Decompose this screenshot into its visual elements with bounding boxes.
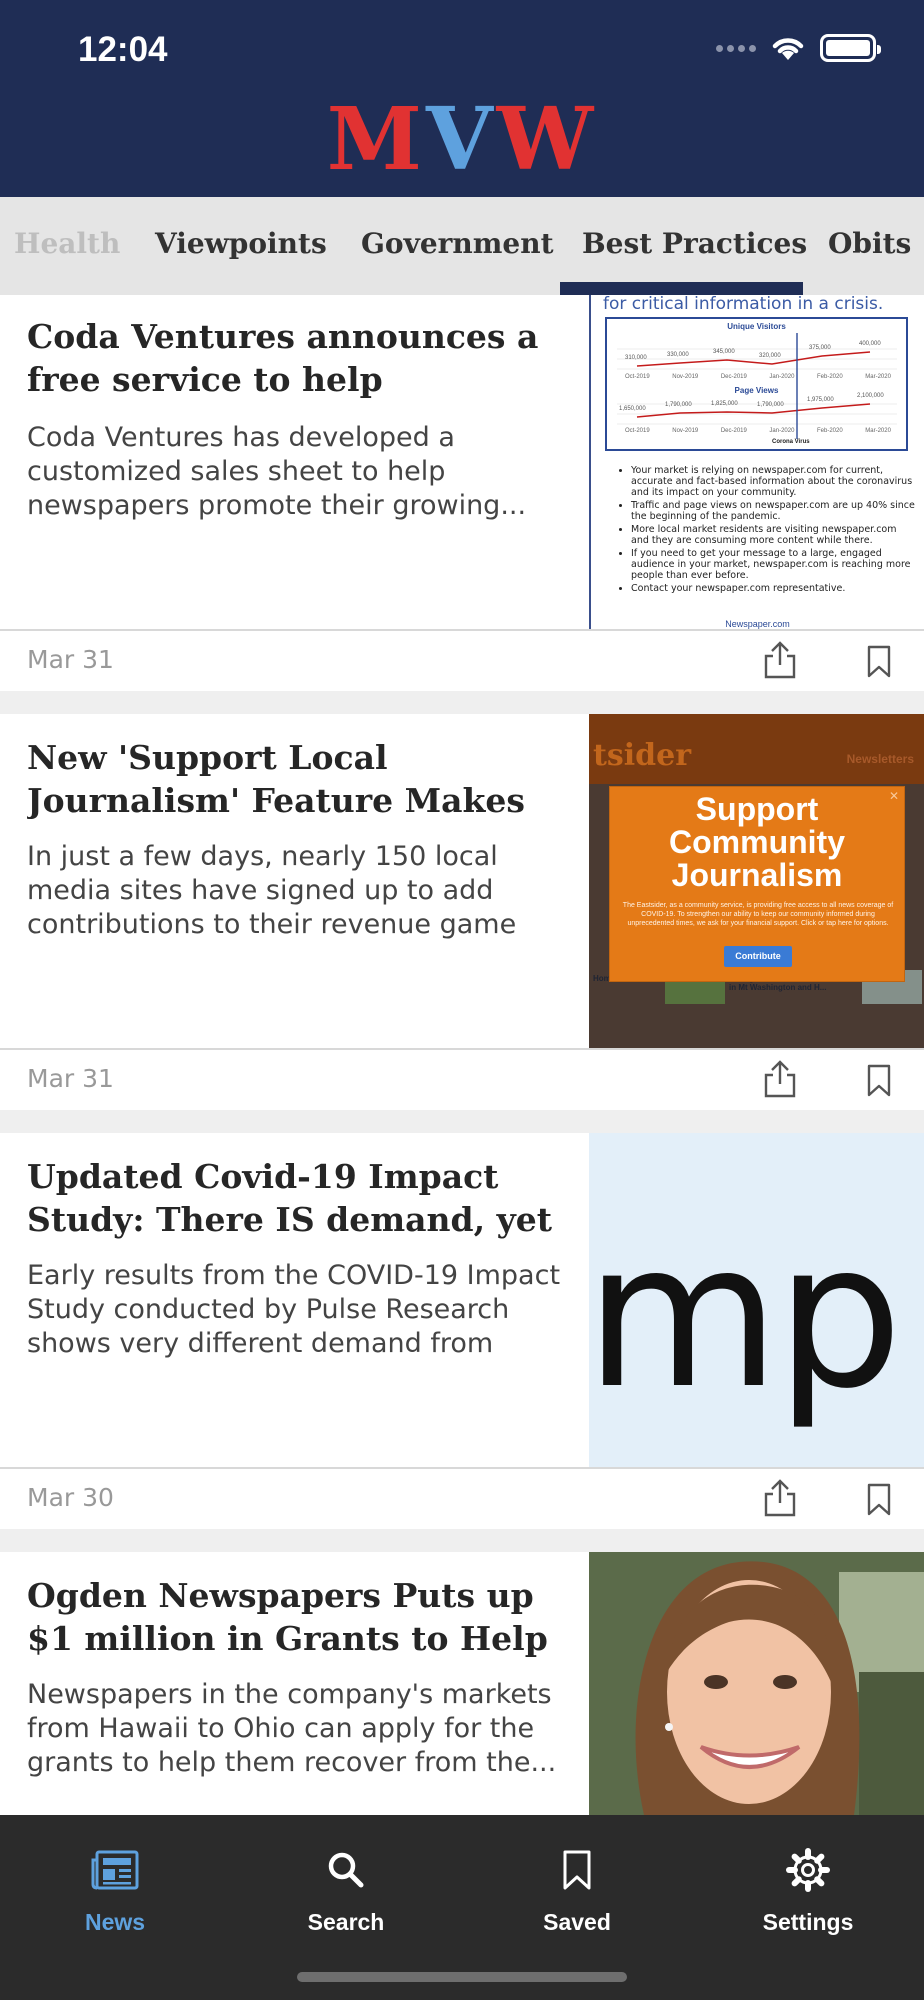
article-card[interactable]: New 'Support Local Journalism' Feature M…	[0, 714, 924, 1110]
bookmark-icon[interactable]	[866, 1483, 892, 1517]
app-header: 12:04 MVW	[0, 0, 924, 197]
article-date: Mar 30	[27, 1483, 114, 1512]
person-photo	[589, 1552, 924, 1815]
home-indicator	[297, 1972, 627, 1982]
article-card[interactable]: Ogden Newspapers Puts up $1 million in G…	[0, 1552, 924, 1815]
article-thumbnail[interactable]: for critical information in a crisis. Un…	[589, 295, 924, 629]
bookmark-icon[interactable]	[866, 1064, 892, 1098]
thumbnail-site-header: tsider Newsletters	[589, 714, 924, 784]
article-title[interactable]: Updated Covid-19 Impact Study: There IS …	[27, 1155, 577, 1243]
share-icon[interactable]	[763, 641, 797, 679]
category-tabs: Health Viewpoints Government Best Practi…	[0, 197, 924, 295]
tab-viewpoints[interactable]: Viewpoints	[155, 197, 327, 295]
chart-months-top: Oct-2019 Nov-2019 Dec-2019 Jan-2020 Feb-2020…	[625, 374, 891, 380]
article-text[interactable]: Coda Ventures announces a free service t…	[0, 295, 589, 629]
article-card[interactable]: Updated Covid-19 Impact Study: There IS …	[0, 1133, 924, 1529]
article-summary: Coda Ventures has developed a customized…	[27, 422, 527, 521]
thumbnail-caption: for critical information in a crisis.	[603, 295, 884, 314]
tab-health[interactable]: Health	[14, 197, 120, 295]
wifi-icon	[772, 38, 804, 60]
chart-marker-label: Corona Virus	[772, 439, 810, 445]
thumbnail-bullets: Your market is relying on newspaper.com …	[631, 465, 916, 594]
share-icon[interactable]	[763, 1479, 797, 1517]
article-summary: In just a few days, nearly 150 local med…	[27, 841, 517, 940]
status-icons	[716, 34, 881, 62]
article-thumbnail[interactable]: mp	[589, 1133, 924, 1467]
status-time: 12:04	[78, 30, 168, 69]
thumbnail-footer: Newspaper.com	[725, 619, 790, 629]
article-thumbnail[interactable]: tsider Newsletters Homes in Atwater All …	[589, 714, 924, 1048]
article-thumbnail[interactable]	[589, 1552, 924, 1815]
tab-obits[interactable]: Obits	[828, 197, 911, 295]
tab-saved[interactable]: Saved	[507, 1843, 647, 1936]
signal-icon	[716, 44, 756, 52]
gear-icon	[786, 1848, 830, 1892]
article-title[interactable]: Coda Ventures announces a free service t…	[27, 315, 577, 403]
article-title[interactable]: New 'Support Local Journalism' Feature M…	[27, 736, 577, 824]
tab-search[interactable]: Search	[276, 1843, 416, 1936]
app-screen: 12:04 MVW Health Viewpoints Government B…	[0, 0, 924, 2000]
article-footer: Mar 30	[0, 1467, 924, 1529]
article-text[interactable]: Updated Covid-19 Impact Study: There IS …	[0, 1133, 589, 1467]
bookmark-icon[interactable]	[866, 645, 892, 679]
bookmark-icon	[563, 1850, 591, 1890]
tab-government[interactable]: Government	[361, 197, 554, 295]
app-logo: MVW	[326, 89, 598, 190]
newspaper-icon	[91, 1850, 139, 1890]
tab-settings[interactable]: Settings	[738, 1843, 878, 1936]
article-text[interactable]: New 'Support Local Journalism' Feature M…	[0, 714, 589, 1048]
search-icon	[328, 1852, 364, 1888]
article-summary: Newspapers in the company's markets from…	[27, 1679, 557, 1778]
article-summary: Early results from the COVID-19 Impact S…	[27, 1260, 561, 1359]
thumbnail-word: mp	[589, 1200, 903, 1433]
share-icon[interactable]	[763, 1060, 797, 1098]
active-tab-indicator	[560, 282, 803, 295]
chart-months-bottom: Oct-2019 Nov-2019 Dec-2019 Jan-2020 Feb-2020…	[625, 428, 891, 434]
article-footer: Mar 31	[0, 1048, 924, 1110]
tab-news[interactable]: News	[45, 1843, 185, 1936]
tab-best-practices[interactable]: Best Practices	[582, 197, 807, 295]
article-date: Mar 31	[27, 645, 114, 674]
article-footer: Mar 31	[0, 629, 924, 691]
article-card[interactable]: Coda Ventures announces a free service t…	[0, 295, 924, 691]
battery-icon	[820, 34, 881, 62]
article-date: Mar 31	[27, 1064, 114, 1093]
thumbnail-popup: ✕ Support Community Journalism The Easts…	[609, 786, 905, 982]
article-title[interactable]: Ogden Newspapers Puts up $1 million in G…	[27, 1574, 577, 1662]
thumbnail-charts: Unique Visitors Page Views 310,000 330,0…	[605, 317, 908, 451]
